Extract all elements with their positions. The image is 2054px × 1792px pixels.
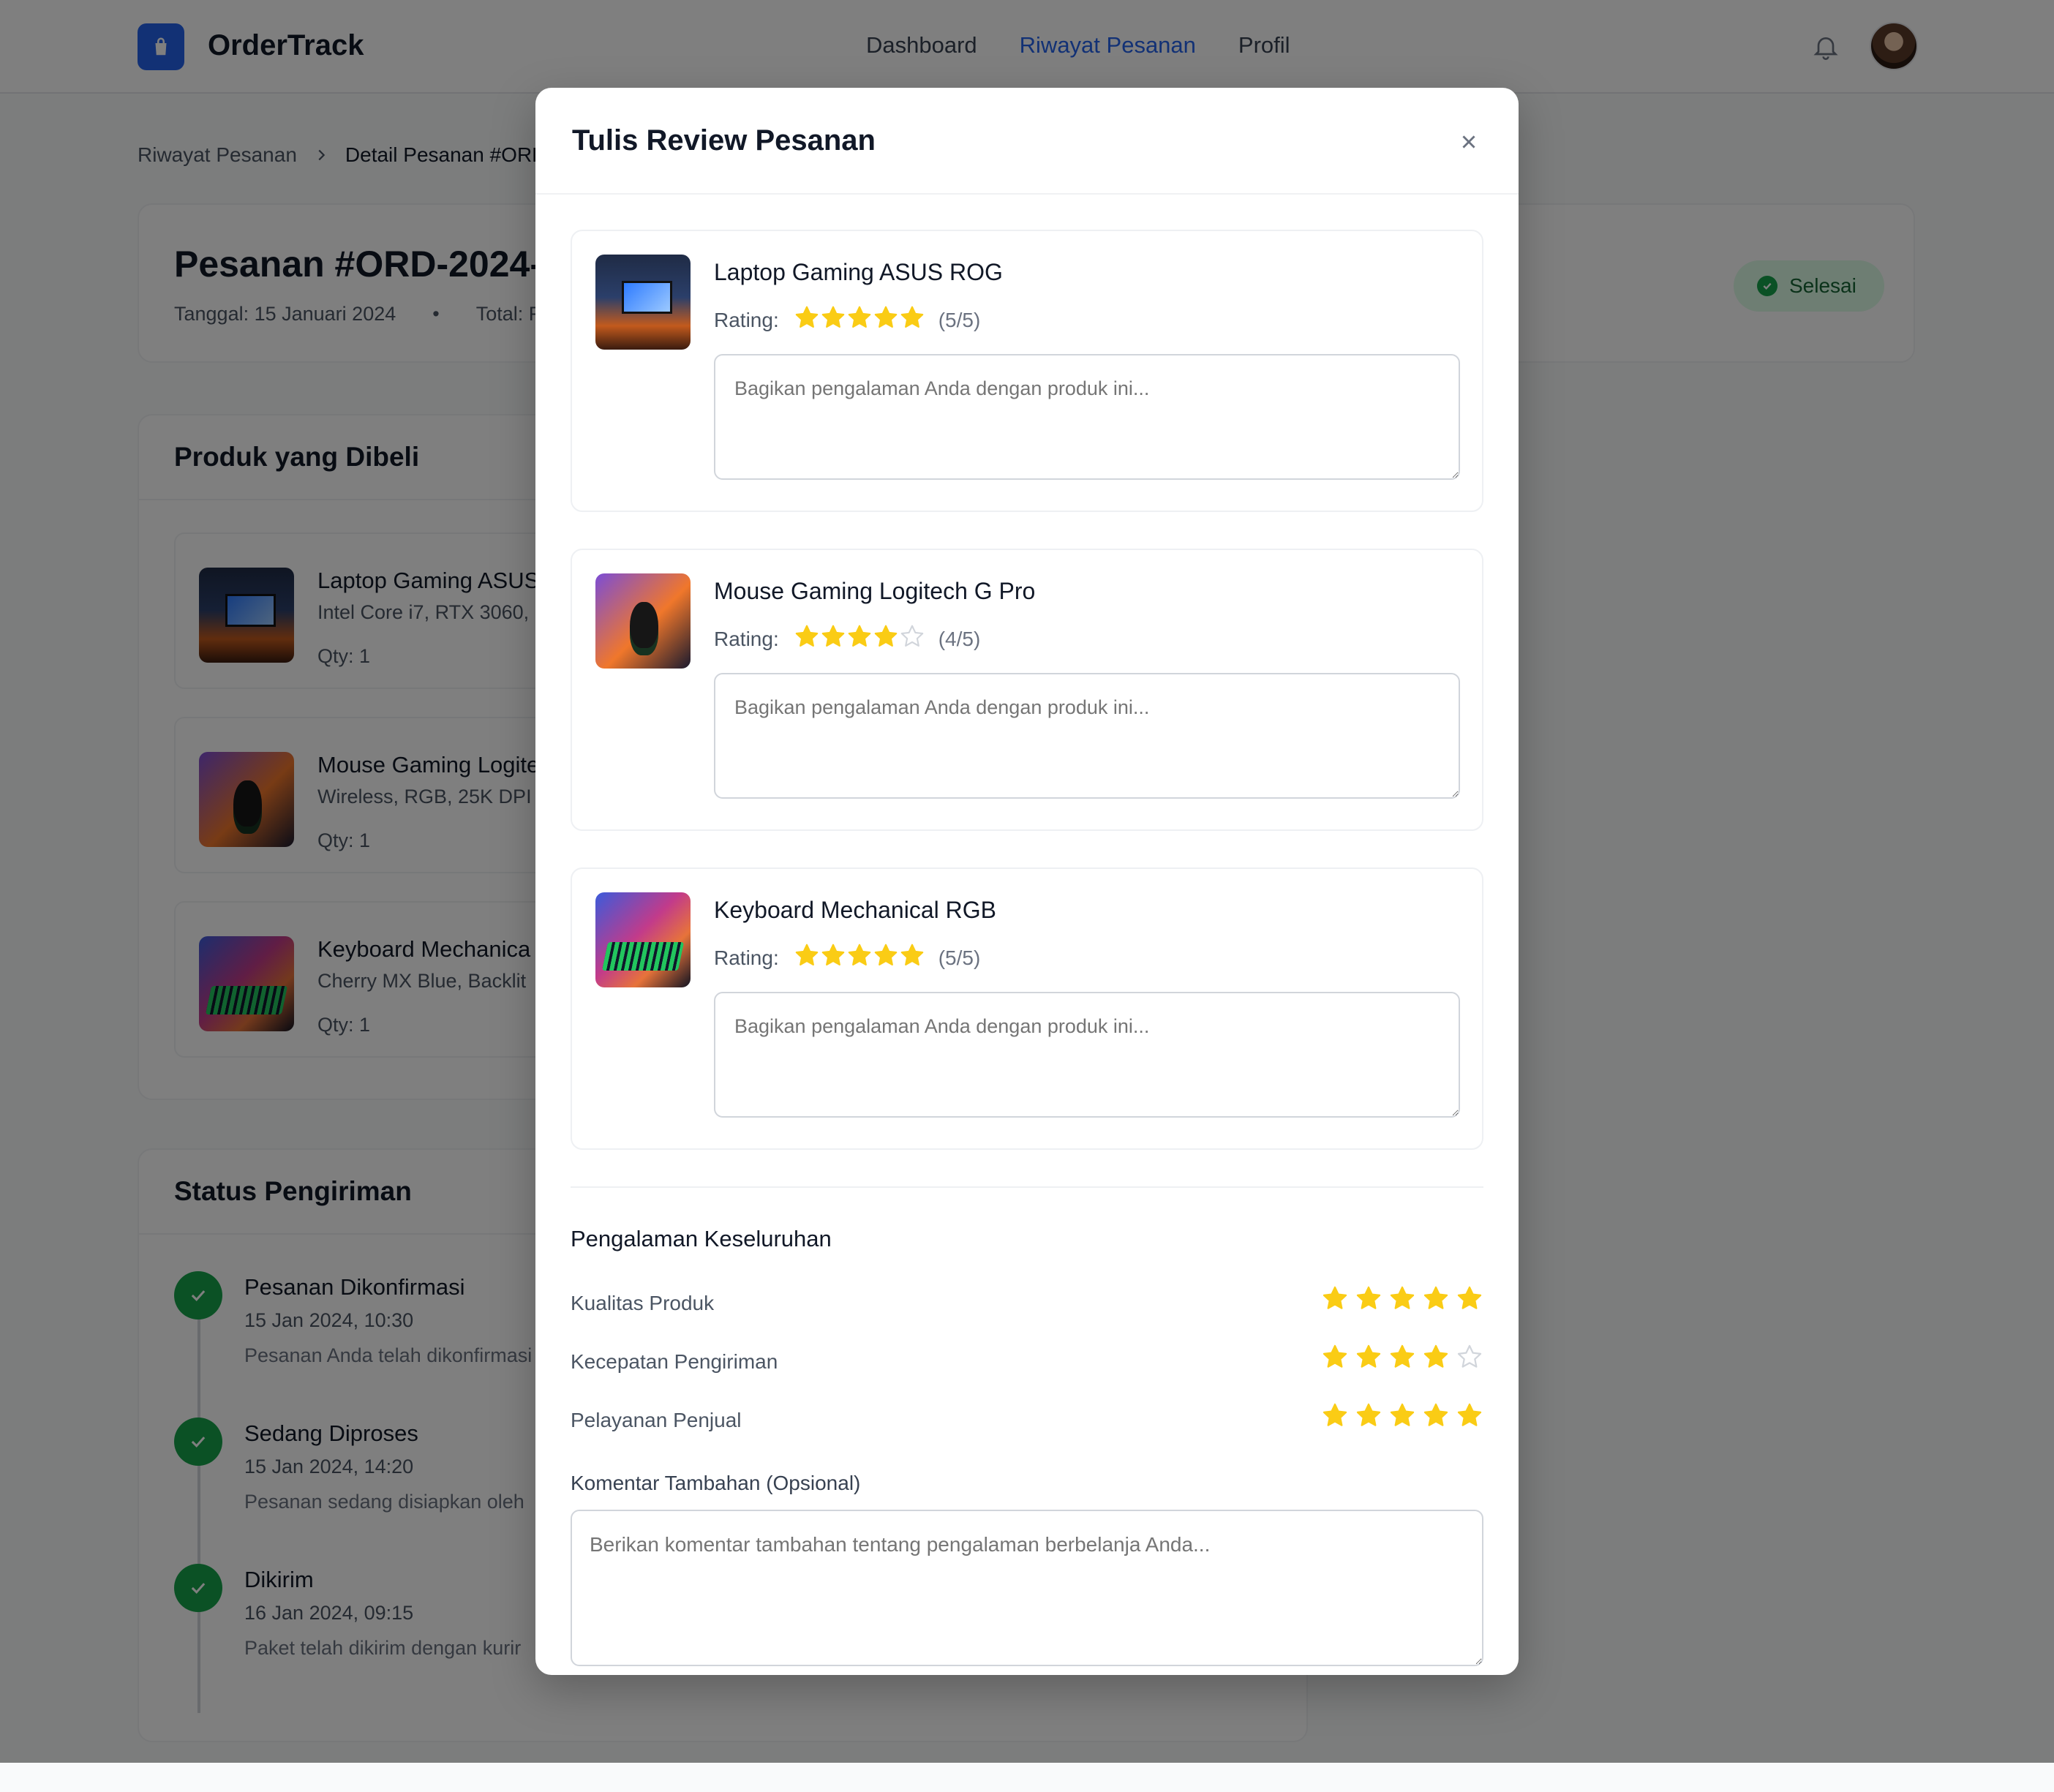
star-filled-icon[interactable] [899,304,925,331]
star-rating[interactable] [1321,1284,1483,1312]
star-rating[interactable] [1321,1401,1483,1429]
overall-label: Kualitas Produk [571,1292,715,1314]
review-textarea[interactable] [714,992,1460,1118]
star-filled-icon[interactable] [873,304,899,331]
star-filled-icon[interactable] [1388,1284,1416,1312]
star-filled-icon[interactable] [820,304,846,331]
review-item: Keyboard Mechanical RGB Rating: (5/5) [571,867,1483,1150]
overall-row-delivery: Kecepatan Pengiriman [571,1343,1483,1379]
star-filled-icon[interactable] [1355,1401,1382,1429]
star-filled-icon[interactable] [1422,1284,1450,1312]
product-image [595,255,691,350]
star-filled-icon[interactable] [794,942,820,968]
star-rating[interactable] [1321,1343,1483,1371]
star-filled-icon[interactable] [1321,1401,1349,1429]
extra-comment-label: Komentar Tambahan (Opsional) [571,1472,861,1494]
product-image [595,892,691,987]
star-filled-icon[interactable] [1388,1401,1416,1429]
review-product-name: Mouse Gaming Logitech G Pro [714,578,1036,604]
rating-count: (4/5) [938,627,981,650]
overall-label: Pelayanan Penjual [571,1409,742,1431]
review-textarea[interactable] [714,354,1460,480]
star-filled-icon[interactable] [846,623,873,650]
section-divider [571,1186,1483,1188]
star-filled-icon[interactable] [846,304,873,331]
star-filled-icon[interactable] [1355,1343,1382,1371]
modal-title: Tulis Review Pesanan [572,124,876,157]
star-filled-icon[interactable] [1355,1284,1382,1312]
star-rating[interactable] [794,623,925,655]
rating-label: Rating: [714,308,779,331]
review-textarea[interactable] [714,673,1460,799]
star-rating[interactable] [794,942,925,974]
star-filled-icon[interactable] [899,942,925,968]
review-product-name: Laptop Gaming ASUS ROG [714,259,1003,285]
star-filled-icon[interactable] [1321,1343,1349,1371]
close-button[interactable] [1453,126,1485,158]
overall-title: Pengalaman Keseluruhan [571,1226,832,1251]
overall-row-service: Pelayanan Penjual [571,1401,1483,1438]
close-icon [1462,135,1475,148]
star-filled-icon[interactable] [1422,1401,1450,1429]
star-filled-icon[interactable] [1456,1401,1483,1429]
star-filled-icon[interactable] [794,304,820,331]
modal-header: Tulis Review Pesanan [535,88,1519,195]
star-filled-icon[interactable] [846,942,873,968]
rating-count: (5/5) [938,308,981,331]
review-modal: Tulis Review Pesanan Laptop Gaming ASUS … [535,88,1519,1675]
rating-label: Rating: [714,627,779,650]
rating-row: Rating: (5/5) [714,942,980,974]
rating-row: Rating: (4/5) [714,623,980,655]
overall-label: Kecepatan Pengiriman [571,1350,778,1373]
star-filled-icon[interactable] [1456,1284,1483,1312]
overall-row-quality: Kualitas Produk [571,1284,1483,1321]
star-rating[interactable] [794,304,925,336]
star-filled-icon[interactable] [1321,1284,1349,1312]
star-filled-icon[interactable] [873,942,899,968]
star-filled-icon[interactable] [873,623,899,650]
review-item: Laptop Gaming ASUS ROG Rating: (5/5) [571,230,1483,512]
rating-label: Rating: [714,946,779,969]
star-filled-icon[interactable] [794,623,820,650]
star-filled-icon[interactable] [1388,1343,1416,1371]
star-filled-icon[interactable] [1422,1343,1450,1371]
star-filled-icon[interactable] [820,942,846,968]
star-filled-icon[interactable] [820,623,846,650]
review-product-name: Keyboard Mechanical RGB [714,897,996,923]
review-item: Mouse Gaming Logitech G Pro Rating: (4/5… [571,549,1483,831]
star-empty-icon[interactable] [899,623,925,650]
extra-comment-textarea[interactable] [571,1510,1483,1666]
rating-row: Rating: (5/5) [714,304,980,336]
rating-count: (5/5) [938,946,981,969]
product-image [595,573,691,669]
star-empty-icon[interactable] [1456,1343,1483,1371]
